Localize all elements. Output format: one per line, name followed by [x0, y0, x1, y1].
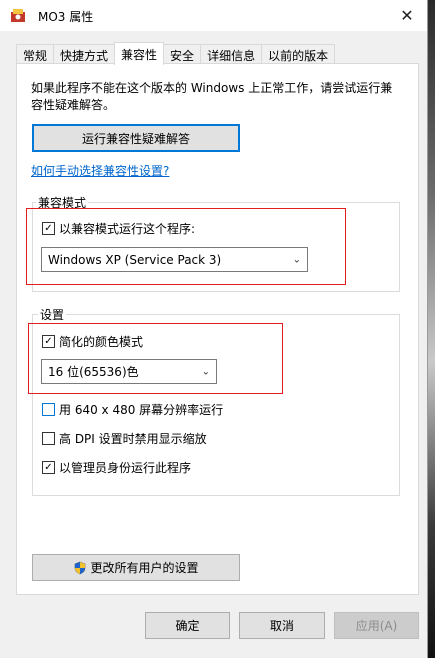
manual-settings-link[interactable]: 如何手动选择兼容性设置? [31, 162, 169, 179]
checkmark-icon: ✓ [42, 461, 55, 474]
tab-general[interactable]: 常规 [16, 44, 55, 65]
highlight-box-settings [28, 323, 283, 394]
checkbox-empty-icon [42, 432, 55, 445]
high-dpi-checkbox[interactable]: 高 DPI 设置时禁用显示缩放 [42, 430, 207, 447]
highlight-box-compat [26, 208, 346, 285]
run-as-admin-label: 以管理员身份运行此程序 [59, 461, 192, 475]
tab-security[interactable]: 安全 [163, 44, 202, 65]
close-icon: ✕ [400, 6, 414, 25]
tab-details[interactable]: 详细信息 [200, 44, 263, 65]
run-as-admin-checkbox[interactable]: ✓ 以管理员身份运行此程序 [42, 459, 191, 476]
window-title: MO3 属性 [38, 10, 94, 24]
ok-button[interactable]: 确定 [145, 612, 230, 639]
properties-dialog: MO3 属性 ✕ 常规 快捷方式 兼容性 安全 详细信息 以前的版本 如果此程序… [0, 0, 428, 658]
resolution-640-label: 用 640 x 480 屏幕分辨率运行 [59, 403, 224, 417]
uac-shield-icon [75, 561, 86, 574]
cancel-button[interactable]: 取消 [239, 612, 325, 639]
close-button[interactable]: ✕ [387, 0, 427, 31]
intro-text: 如果此程序不能在这个版本的 Windows 上正常工作，请尝试运行兼容性疑难解答… [31, 81, 393, 112]
apply-button[interactable]: 应用(A) [334, 612, 419, 639]
change-all-users-button[interactable]: 更改所有用户的设置 [32, 554, 240, 581]
desktop-background [427, 0, 435, 658]
run-troubleshooter-button[interactable]: 运行兼容性疑难解答 [32, 124, 240, 152]
high-dpi-label: 高 DPI 设置时禁用显示缩放 [59, 432, 207, 446]
tab-strip: 常规 快捷方式 兼容性 安全 详细信息 以前的版本 [16, 42, 336, 65]
resolution-640-checkbox[interactable]: 用 640 x 480 屏幕分辨率运行 [42, 401, 223, 418]
app-icon [11, 9, 25, 22]
change-all-users-label: 更改所有用户的设置 [90, 561, 199, 575]
tab-compatibility[interactable]: 兼容性 [114, 42, 165, 65]
tab-shortcut[interactable]: 快捷方式 [53, 44, 116, 65]
checkbox-empty-icon [42, 403, 55, 416]
title-bar[interactable]: MO3 属性 ✕ [0, 0, 427, 31]
settings-group-label: 设置 [38, 306, 67, 323]
tab-previous-versions[interactable]: 以前的版本 [261, 44, 336, 65]
